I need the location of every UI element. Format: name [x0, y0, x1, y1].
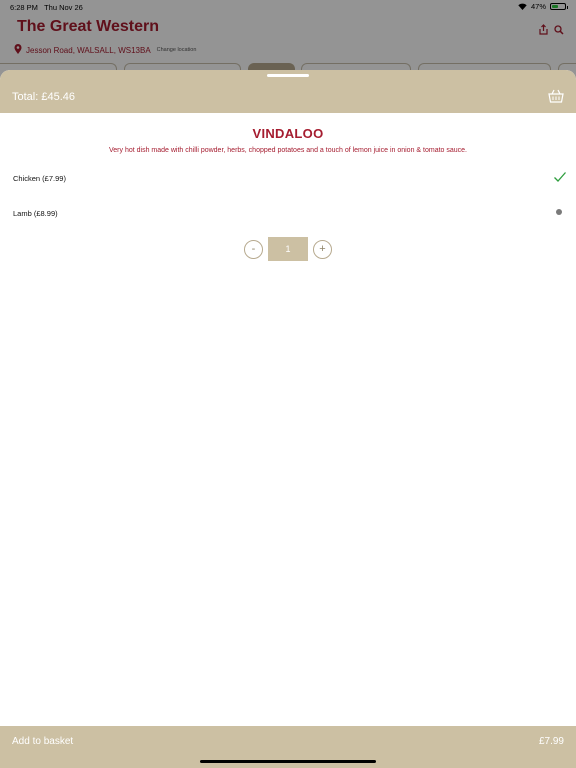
decrease-quantity-button[interactable]: -	[244, 240, 263, 259]
item-sheet: Total: £45.46 VINDALOO Very hot dish mad…	[0, 70, 576, 768]
quantity-value[interactable]: 1	[268, 237, 308, 261]
sheet-grabber[interactable]	[267, 74, 309, 77]
option-chicken[interactable]: Chicken (£7.99)	[0, 166, 576, 196]
basket-total: Total: £45.46	[12, 91, 75, 103]
radio-dot-icon	[556, 209, 562, 215]
option-label: Lamb (£8.99)	[13, 209, 58, 218]
add-to-basket-button[interactable]: Add to basket	[12, 736, 73, 747]
quantity-stepper: - 1 +	[0, 237, 576, 261]
home-indicator	[200, 760, 376, 763]
basket-icon[interactable]	[548, 89, 564, 103]
dish-title: VINDALOO	[252, 126, 324, 141]
option-label: Chicken (£7.99)	[13, 174, 66, 183]
increase-quantity-button[interactable]: +	[313, 240, 332, 259]
option-lamb[interactable]: Lamb (£8.99)	[0, 201, 576, 231]
sheet-header: Total: £45.46	[0, 70, 576, 113]
check-icon	[553, 170, 567, 184]
dish-description: Very hot dish made with chilli powder, h…	[109, 147, 467, 154]
item-price: £7.99	[538, 736, 564, 747]
